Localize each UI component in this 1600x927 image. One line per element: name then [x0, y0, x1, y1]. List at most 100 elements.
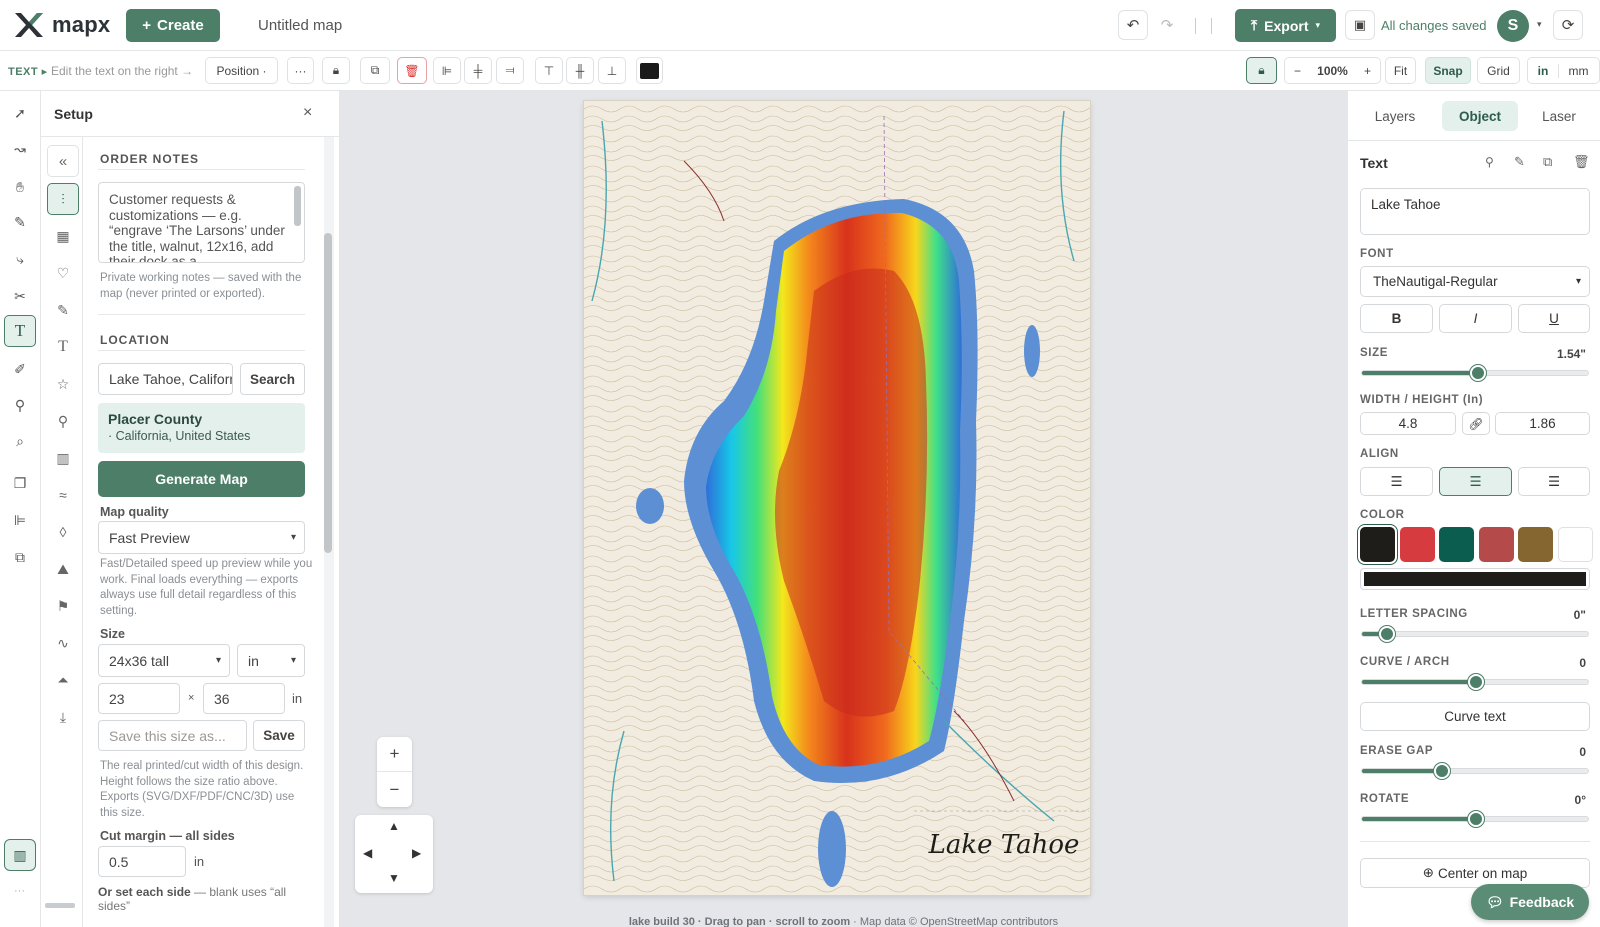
section-water[interactable]: ≈: [47, 479, 79, 511]
undo-button[interactable]: ↶: [1118, 10, 1148, 40]
align-tool[interactable]: ⊫: [4, 504, 36, 536]
rotate-slider[interactable]: [1361, 811, 1589, 827]
map-book-tool[interactable]: ▥: [4, 839, 36, 871]
marker-tool[interactable]: ✐: [4, 353, 36, 385]
align-center-button[interactable]: ╪: [464, 57, 492, 84]
tab-layers[interactable]: Layers: [1356, 101, 1434, 131]
lock-aspect-button[interactable]: 🔒︎: [1246, 57, 1277, 84]
color-swatch[interactable]: [1399, 527, 1435, 562]
font-select[interactable]: TheNautigal-Regular ▾: [1360, 266, 1590, 297]
more-tools-icon[interactable]: ···: [14, 885, 25, 897]
zoom-tool[interactable]: ⌕: [4, 425, 36, 457]
generate-map-button[interactable]: Generate Map: [98, 461, 305, 497]
erase-gap-slider[interactable]: [1361, 763, 1589, 779]
object-width-input[interactable]: 4.8: [1360, 412, 1456, 435]
curve-slider[interactable]: [1361, 674, 1589, 690]
size-unit-select[interactable]: in ▾: [237, 644, 305, 677]
map-quality-select[interactable]: Fast Preview ▾: [98, 521, 305, 554]
color-swatch[interactable]: [1478, 527, 1514, 562]
pan-left-icon[interactable]: ◀: [363, 846, 372, 860]
fit-button[interactable]: Fit: [1385, 57, 1416, 84]
pan-tool[interactable]: ✋︎: [4, 171, 36, 203]
map-zoom-out-button[interactable]: −: [377, 772, 412, 807]
height-input[interactable]: 36: [203, 683, 285, 714]
refresh-button[interactable]: ⟳: [1553, 10, 1583, 40]
size-slider[interactable]: [1361, 365, 1589, 381]
section-map[interactable]: ▥: [47, 442, 79, 474]
slider-knob[interactable]: [1468, 674, 1484, 690]
align-bottom-button[interactable]: ⊥: [598, 57, 626, 84]
text-align-center-button[interactable]: ☰: [1439, 467, 1512, 496]
color-swatch[interactable]: [1518, 527, 1553, 562]
delete-button[interactable]: 🗑︎: [397, 57, 427, 84]
align-top-button[interactable]: ⊤: [535, 57, 563, 84]
tab-laser[interactable]: Laser: [1525, 101, 1593, 131]
section-places[interactable]: ⚲: [47, 405, 79, 437]
text-tool[interactable]: T: [4, 315, 36, 347]
feedback-button[interactable]: 💬︎ Feedback: [1471, 884, 1589, 920]
pen-tool[interactable]: ✎: [4, 206, 36, 238]
section-grid[interactable]: ▦: [47, 220, 79, 252]
mapx-logo[interactable]: mapx: [12, 11, 110, 39]
curve-text-button[interactable]: Curve text: [1360, 702, 1590, 731]
pan-right-icon[interactable]: ▶: [412, 846, 421, 860]
section-sliders[interactable]: ⫶: [47, 183, 79, 215]
location-result[interactable]: Placer County · California, United State…: [98, 403, 305, 453]
letter-spacing-slider[interactable]: [1361, 626, 1589, 642]
width-input[interactable]: 23: [98, 683, 180, 714]
create-button[interactable]: + Create: [126, 9, 220, 42]
map-poster[interactable]: Lake Tahoe: [584, 101, 1090, 895]
position-dropdown[interactable]: Position ·: [205, 57, 278, 84]
edit-object-icon[interactable]: ✎: [1514, 154, 1525, 170]
text-content-input[interactable]: Lake Tahoe: [1360, 188, 1590, 235]
horizontal-scroll-thumb[interactable]: [45, 903, 75, 908]
section-icons[interactable]: ☆: [47, 368, 79, 400]
slider-knob[interactable]: [1379, 626, 1396, 642]
textarea-scroll-thumb[interactable]: [294, 186, 301, 226]
unit-mm-option[interactable]: mm: [1559, 64, 1599, 78]
account-caret-icon[interactable]: ▾: [1537, 19, 1542, 30]
cut-tool[interactable]: ✂: [4, 280, 36, 312]
save-size-input[interactable]: Save this size as...: [98, 720, 247, 751]
section-favorites[interactable]: ♡: [47, 257, 79, 289]
snap-toggle[interactable]: Snap: [1425, 57, 1471, 84]
duplicate-button[interactable]: ⧉: [360, 57, 390, 84]
section-terrain[interactable]: ⛰︎: [47, 553, 79, 585]
color-swatch[interactable]: [1360, 527, 1395, 562]
zoom-out-button[interactable]: −: [1294, 64, 1301, 78]
save-size-button[interactable]: Save: [253, 720, 305, 751]
pan-down-icon[interactable]: ▼: [388, 871, 400, 885]
map-title-text[interactable]: Lake Tahoe: [928, 830, 1080, 860]
node-tool[interactable]: ↝: [4, 133, 36, 165]
size-preset-select[interactable]: 24x36 tall ▾: [98, 644, 230, 677]
unit-in-option[interactable]: in: [1529, 63, 1559, 78]
section-elevation[interactable]: ∿: [47, 627, 79, 659]
section-flags[interactable]: ⚑: [47, 590, 79, 622]
align-left-button[interactable]: ⊫: [433, 57, 461, 84]
map-zoom-in-button[interactable]: +: [377, 737, 412, 772]
route-tool[interactable]: ⤷: [4, 243, 36, 275]
more-button[interactable]: ···: [287, 57, 314, 84]
order-notes-textarea[interactable]: Customer requests & customizations — e.g…: [98, 182, 305, 263]
color-swatch[interactable]: [1557, 527, 1593, 562]
align-middle-button[interactable]: ╫: [566, 57, 594, 84]
section-relief[interactable]: ⏶: [47, 664, 79, 696]
layers-tool[interactable]: ❐: [4, 467, 36, 499]
zoom-in-button[interactable]: +: [1364, 64, 1371, 78]
collapse-button[interactable]: «: [47, 145, 79, 177]
tab-object[interactable]: Object: [1442, 101, 1518, 131]
section-text[interactable]: T: [47, 331, 79, 363]
save-file-button[interactable]: ▣: [1345, 10, 1375, 40]
italic-button[interactable]: I: [1439, 304, 1512, 333]
slider-knob[interactable]: [1470, 365, 1487, 381]
bold-button[interactable]: B: [1360, 304, 1433, 333]
lock-button[interactable]: 🔒︎: [322, 57, 350, 84]
pin-object-icon[interactable]: ⚲: [1485, 155, 1494, 169]
map-title[interactable]: Untitled map: [258, 17, 342, 34]
align-right-button[interactable]: ⫤: [496, 57, 524, 84]
scrollbar-thumb[interactable]: [324, 233, 332, 553]
color-swatch[interactable]: [1439, 527, 1474, 562]
underline-button[interactable]: U: [1518, 304, 1590, 333]
object-height-input[interactable]: 1.86: [1495, 412, 1590, 435]
custom-color-input[interactable]: [1360, 568, 1590, 590]
